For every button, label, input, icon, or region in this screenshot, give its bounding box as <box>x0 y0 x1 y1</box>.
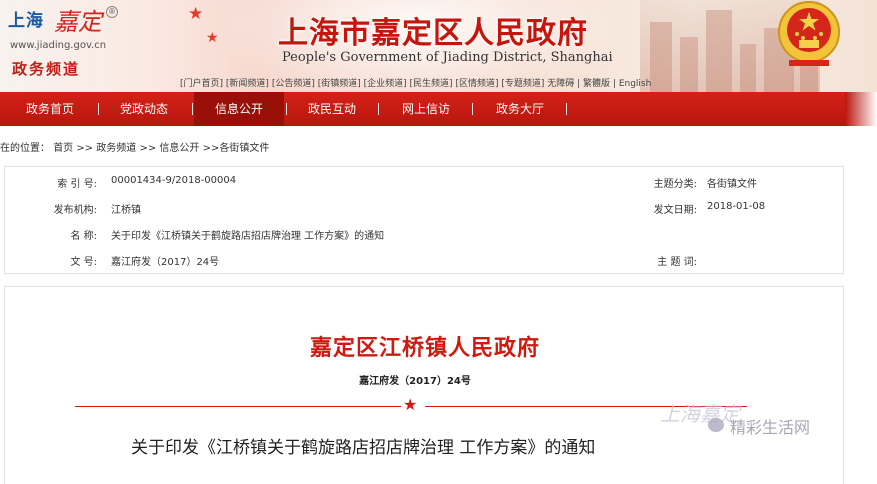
keywords-label: 主 题 词: <box>657 257 697 268</box>
nav-item-service-hall[interactable]: 政务大厅 <box>484 92 556 126</box>
quick-link-english[interactable]: | English <box>613 79 651 89</box>
quick-link-accessibility[interactable]: 无障碍 <box>547 79 574 89</box>
breadcrumb-disclosure[interactable]: >> 信息公开 <box>140 143 200 154</box>
nav-item-info-disclosure[interactable]: 信息公开 <box>194 92 284 126</box>
topic-category-label: 主题分类: <box>653 179 697 190</box>
index-number-label: 索 引 号: <box>57 179 97 190</box>
nav-divider <box>286 103 287 115</box>
quick-link-traditional[interactable]: | 繁體版 <box>577 79 610 89</box>
watermark: 上海嘉定 精彩生活网 <box>660 398 860 438</box>
quick-link-news[interactable]: [新闻频道] <box>226 79 269 89</box>
document-heading: 关于印发《江桥镇关于鹤旋路店招店牌治理 工作方案》的通知 <box>131 438 596 458</box>
main-nav: 政务首页 党政动态 信息公开 政民互动 网上信访 政务大厅 <box>0 92 845 126</box>
logo-url: www.jiading.gov.cn <box>10 40 107 51</box>
quick-link-topics[interactable]: [专题频道] <box>501 79 544 89</box>
quick-link-enterprise[interactable]: [企业频道] <box>364 79 407 89</box>
document-number: 嘉江府发（2017）24号 <box>359 376 471 387</box>
national-emblem-icon <box>778 1 840 66</box>
site-header: 上海 嘉定 ® www.jiading.gov.cn 政务频道 ★ ★ 上海市嘉… <box>0 0 877 92</box>
document-body: 嘉定区江桥镇人民政府 嘉江府发（2017）24号 ★ 关于印发《江桥镇关于鹤旋路… <box>4 286 844 484</box>
doc-name-value: 关于印发《江桥镇关于鹤旋路店招店牌治理 工作方案》的通知 <box>111 231 385 242</box>
nav-divider <box>192 103 193 115</box>
watermark-text: 精彩生活网 <box>730 418 811 437</box>
publisher-value: 江桥镇 <box>111 205 141 216</box>
quick-link-street[interactable]: [街镇频道] <box>318 79 361 89</box>
breadcrumb-street-docs[interactable]: >>各街镇文件 <box>203 143 270 154</box>
decorative-stars: ★ ★ <box>188 0 238 60</box>
nav-divider <box>378 103 379 115</box>
publisher-label: 发布机构: <box>53 205 97 216</box>
quick-link-district[interactable]: [区情频道] <box>455 79 498 89</box>
wechat-icon <box>708 418 724 432</box>
issue-date-value: 2018-01-08 <box>707 201 766 212</box>
breadcrumb-prefix: 在的位置： <box>0 143 50 154</box>
doc-name-label: 名 称: <box>70 231 97 242</box>
nav-item-petition[interactable]: 网上信访 <box>390 92 462 126</box>
logo-city-text: 上海 <box>8 11 44 31</box>
nav-item-interaction[interactable]: 政民互动 <box>296 92 368 126</box>
topic-category-value: 各街镇文件 <box>707 179 757 190</box>
quick-link-livelihood[interactable]: [民生频道] <box>410 79 453 89</box>
registered-mark: ® <box>106 6 118 18</box>
site-title: 上海市嘉定区人民政府 <box>278 16 588 51</box>
star-icon: ★ <box>403 395 418 414</box>
channel-name: 政务频道 <box>12 60 81 78</box>
nav-edge-fade <box>845 92 877 126</box>
nav-divider <box>566 103 567 115</box>
document-info-table: 索 引 号: 00001434-9/2018-00004 主题分类: 各街镇文件… <box>4 166 844 274</box>
nav-divider <box>98 103 99 115</box>
issue-date-label: 发文日期: <box>653 205 697 216</box>
nav-item-party-news[interactable]: 党政动态 <box>108 92 180 126</box>
nav-item-home[interactable]: 政务首页 <box>14 92 86 126</box>
breadcrumb-home[interactable]: 首页 <box>53 143 73 154</box>
quick-links: [门户首页] [新闻频道] [公告频道] [街镇频道] [企业频道] [民生频道… <box>180 76 651 89</box>
nav-divider <box>472 103 473 115</box>
breadcrumb-government[interactable]: >> 政务频道 <box>76 143 136 154</box>
doc-number-value: 嘉江府发（2017）24号 <box>111 257 220 268</box>
star-icon: ★ <box>206 30 219 46</box>
red-divider-left <box>75 406 401 407</box>
doc-number-label: 文 号: <box>70 257 97 268</box>
district-logo[interactable]: 上海 嘉定 ® www.jiading.gov.cn 政务频道 <box>8 6 118 86</box>
document-issuer-title: 嘉定区江桥镇人民政府 <box>309 335 540 361</box>
breadcrumb: 在的位置： 首页 >> 政务频道 >> 信息公开 >>各街镇文件 <box>0 139 269 154</box>
index-number-value: 00001434-9/2018-00004 <box>111 175 237 186</box>
star-icon: ★ <box>188 4 204 24</box>
quick-link-portal[interactable]: [门户首页] <box>180 79 223 89</box>
site-subtitle: People's Government of Jiading District,… <box>282 50 613 65</box>
watermark-script: 上海嘉定 <box>660 402 740 426</box>
logo-script-text: 嘉定 <box>54 8 102 36</box>
quick-link-notice[interactable]: [公告频道] <box>272 79 315 89</box>
